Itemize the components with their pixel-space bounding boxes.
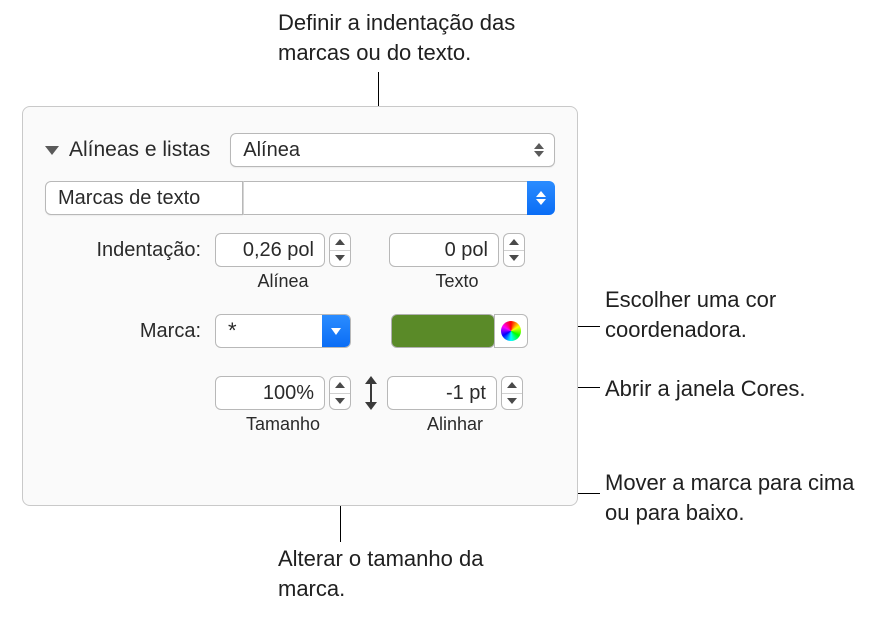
color-picker-button[interactable] [494,314,528,348]
vertical-resize-icon [359,376,383,410]
stepper-buttons[interactable] [329,233,351,267]
chevron-up-icon [335,382,345,388]
callout-color: Escolher uma cor coordenadora. [605,285,865,344]
text-indent-sublabel: Texto [389,271,525,292]
callout-indent: Definir a indentação das marcas ou do te… [278,8,588,67]
stepper-buttons[interactable] [501,376,523,410]
bullet-type-popup[interactable]: Marcas de texto [45,181,555,215]
marker-symbol-popup[interactable]: * [215,314,351,348]
marker-align-sublabel: Alinhar [387,414,523,435]
color-wheel-icon [501,321,521,341]
bullet-indent-sublabel: Alínea [215,271,351,292]
marker-size-stepper[interactable]: 100% [215,376,351,410]
list-style-value: Alínea [243,139,300,162]
list-style-popup[interactable]: Alínea [230,133,555,167]
chevron-up-icon [335,239,345,245]
chevron-updown-icon [534,143,544,157]
chevron-up-icon [509,239,519,245]
callout-size: Alterar o tamanho da marca. [278,544,538,603]
bullets-panel: Alíneas e listas Alínea Marcas de texto … [22,106,578,506]
marker-size-sublabel: Tamanho [215,414,351,435]
chevron-down-icon [509,255,519,261]
marker-label: Marca: [45,320,201,343]
chevron-down-icon [335,398,345,404]
chevron-down-icon [322,315,350,347]
marker-color-well[interactable] [391,314,495,348]
marker-align-stepper[interactable]: -1 pt [387,376,523,410]
text-indent-value[interactable]: 0 pol [389,233,499,267]
marker-symbol-value: * [216,318,322,344]
indent-label: Indentação: [45,233,201,262]
bullet-type-empty-field[interactable] [243,181,528,215]
chevron-updown-icon [527,181,555,215]
stepper-buttons[interactable] [503,233,525,267]
chevron-down-icon [335,255,345,261]
callout-align: Mover a marca para cima ou para baixo. [605,468,875,527]
marker-size-value[interactable]: 100% [215,376,325,410]
chevron-up-icon [507,382,517,388]
disclosure-triangle-icon[interactable] [45,146,59,155]
bullet-type-value: Marcas de texto [58,187,200,210]
section-title: Alíneas e listas [69,138,210,162]
stepper-buttons[interactable] [329,376,351,410]
bullet-indent-stepper[interactable]: 0,26 pol [215,233,351,267]
callout-wheel: Abrir a janela Cores. [605,374,875,404]
chevron-down-icon [507,398,517,404]
text-indent-stepper[interactable]: 0 pol [389,233,525,267]
bullet-indent-value[interactable]: 0,26 pol [215,233,325,267]
marker-align-value[interactable]: -1 pt [387,376,497,410]
